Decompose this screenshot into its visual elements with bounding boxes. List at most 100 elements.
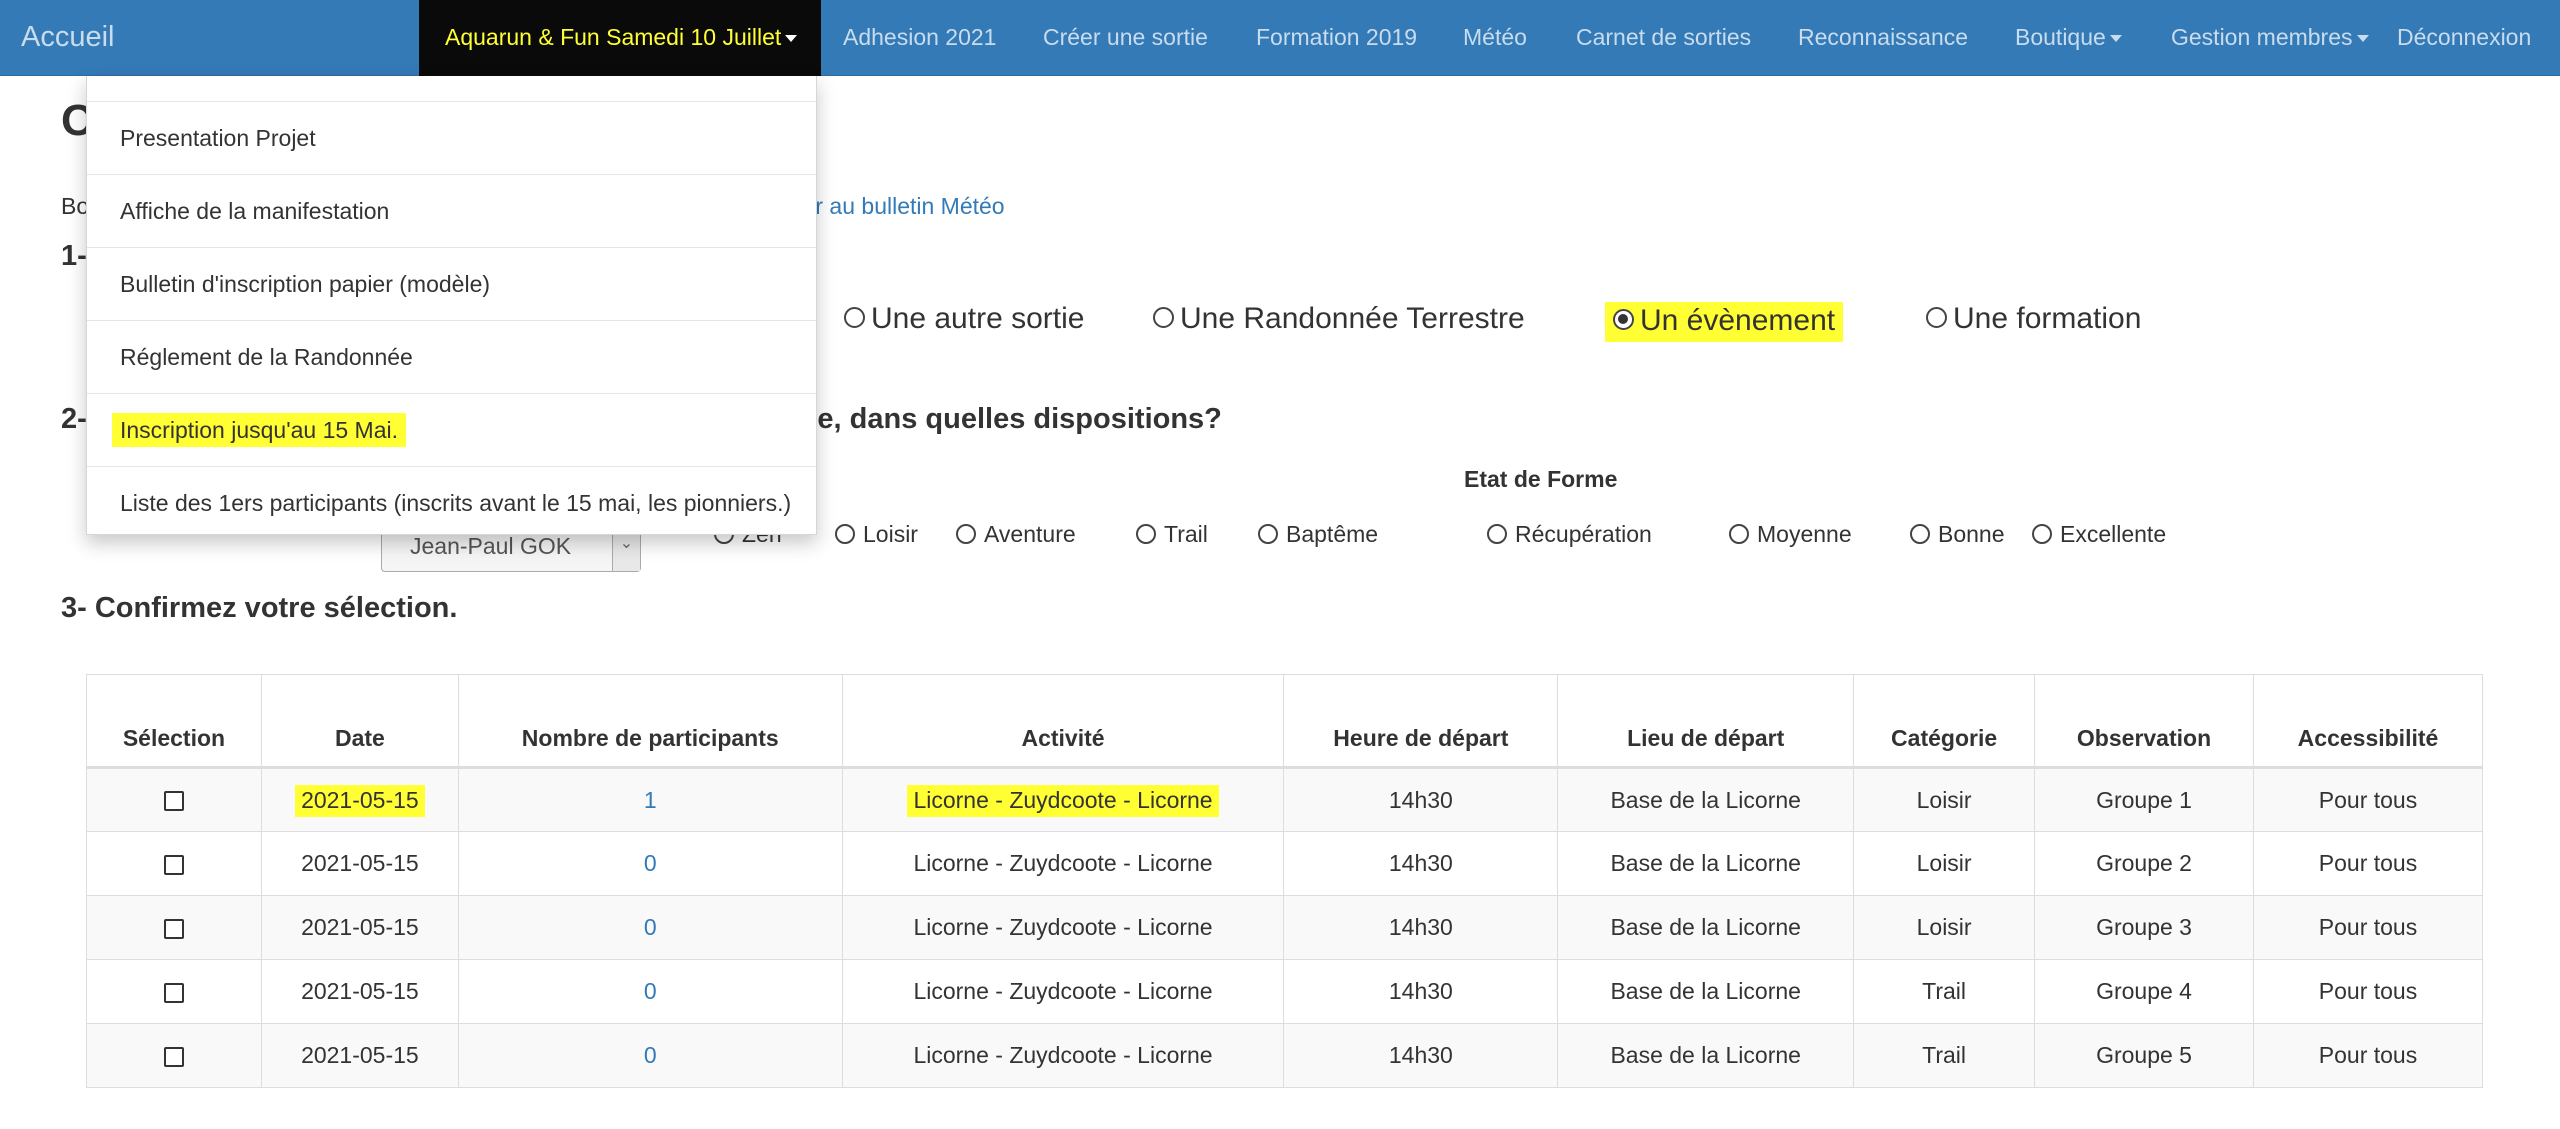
radio-button[interactable] xyxy=(2032,523,2052,544)
nav-item-deconnexion[interactable]: Déconnexion xyxy=(2397,0,2531,76)
row-checkbox[interactable] xyxy=(163,982,184,1003)
nav-item-aquarun[interactable]: Aquarun & Fun Samedi 10 Juillet xyxy=(419,0,822,76)
row-checkbox[interactable] xyxy=(163,1046,184,1067)
dropdown-item-label: Bulletin d'inscription papier (modèle) xyxy=(120,271,491,297)
start-time-cell: 14h30 xyxy=(1283,1023,1559,1088)
radio-category-bapteme[interactable]: Baptême xyxy=(1258,521,1378,548)
selection-cell xyxy=(86,767,262,832)
radio-label: Loisir xyxy=(863,521,918,547)
column-header: Accessibilité xyxy=(2253,674,2483,769)
radio-button[interactable] xyxy=(1910,523,1930,544)
table-row: 2021-05-15 0 Licorne - Zuydcoote - Licor… xyxy=(86,1023,2483,1088)
radio-button[interactable] xyxy=(1153,306,1174,328)
activity-cell: Licorne - Zuydcoote - Licorne xyxy=(841,1023,1285,1088)
participants-link[interactable]: 0 xyxy=(644,978,657,1004)
radio-category-aventure[interactable]: Aventure xyxy=(956,521,1076,548)
column-header: Sélection xyxy=(86,674,262,769)
radio-button[interactable] xyxy=(1258,523,1278,544)
category-cell: Trail xyxy=(1853,1023,2036,1088)
nav-item-gestion-membres[interactable]: Gestion membres xyxy=(2171,0,2369,76)
nav-item-creer-sortie[interactable]: Créer une sortie xyxy=(1043,0,1208,76)
start-place-cell: Base de la Licorne xyxy=(1557,831,1855,896)
participants-link[interactable]: 1 xyxy=(644,787,657,813)
column-header: Catégorie xyxy=(1853,674,2036,769)
observation-cell: Groupe 1 xyxy=(2034,767,2254,832)
nav-item-boutique[interactable]: Boutique xyxy=(2015,0,2122,76)
section1-heading: 1- xyxy=(61,240,87,272)
date-value: 2021-05-15 xyxy=(295,784,425,817)
nav-item-label: Boutique xyxy=(2015,24,2106,50)
radio-forme-recuperation[interactable]: Récupération xyxy=(1487,521,1652,548)
radio-button[interactable] xyxy=(1136,523,1156,544)
nav-item-adhesion[interactable]: Adhesion 2021 xyxy=(843,0,996,76)
nav-item-label: Aquarun & Fun Samedi 10 Juillet xyxy=(445,24,782,50)
radio-forme-excellente[interactable]: Excellente xyxy=(2032,521,2166,548)
radio-button[interactable] xyxy=(1729,523,1749,544)
nav-item-meteo[interactable]: Météo xyxy=(1463,0,1527,76)
table-row: 2021-05-15 0 Licorne - Zuydcoote - Licor… xyxy=(86,831,2483,896)
radio-label: Une autre sortie xyxy=(871,302,1085,335)
start-time-cell: 14h30 xyxy=(1283,831,1559,896)
radio-option-randonnee-terrestre[interactable]: Une Randonnée Terrestre xyxy=(1153,302,1525,336)
start-place-cell: Base de la Licorne xyxy=(1557,1023,1855,1088)
category-cell: Loisir xyxy=(1853,895,2036,960)
participants-link[interactable]: 0 xyxy=(644,914,657,940)
date-cell: 2021-05-15 xyxy=(260,767,459,832)
dropdown-item-label: Inscription jusqu'au 15 Mai. xyxy=(112,413,406,447)
nav-item-reconnaissance[interactable]: Reconnaissance xyxy=(1798,0,1968,76)
dropdown-item-liste-participants[interactable]: Liste des 1ers participants (inscrits av… xyxy=(87,467,816,540)
observation-cell: Groupe 2 xyxy=(2034,831,2254,896)
dropdown-item-bulletin-inscription[interactable]: Bulletin d'inscription papier (modèle) xyxy=(87,248,816,321)
radio-option-autre-sortie[interactable]: Une autre sortie xyxy=(844,302,1084,336)
category-cell: Loisir xyxy=(1853,831,2036,896)
start-time-cell: 14h30 xyxy=(1283,767,1559,832)
radio-button[interactable] xyxy=(956,523,976,544)
radio-label: Moyenne xyxy=(1757,521,1852,547)
radio-button[interactable] xyxy=(835,523,855,544)
dropdown-item-label: Affiche de la manifestation xyxy=(120,198,390,224)
aquarun-dropdown-menu: Presentation Projet Affiche de la manife… xyxy=(86,76,817,535)
brand-home-link[interactable]: Accueil xyxy=(21,0,115,76)
radio-label: Une Randonnée Terrestre xyxy=(1180,302,1525,335)
radio-button[interactable] xyxy=(1926,306,1947,328)
activity-cell: Licorne - Zuydcoote - Licorne xyxy=(841,767,1285,832)
radio-category-trail[interactable]: Trail xyxy=(1136,521,1208,548)
radio-label: Récupération xyxy=(1515,521,1652,547)
radio-forme-bonne[interactable]: Bonne xyxy=(1910,521,2005,548)
nav-item-formation[interactable]: Formation 2019 xyxy=(1256,0,1417,76)
selection-cell xyxy=(86,1023,262,1088)
caret-down-icon xyxy=(2356,35,2369,43)
participants-link[interactable]: 0 xyxy=(644,1042,657,1068)
accessibility-cell: Pour tous xyxy=(2253,959,2483,1024)
date-cell: 2021-05-15 xyxy=(260,831,459,896)
radio-option-evenement[interactable]: Un évènement xyxy=(1605,302,1844,342)
radio-button-checked[interactable] xyxy=(1613,308,1634,330)
nav-item-carnet-sorties[interactable]: Carnet de sorties xyxy=(1576,0,1751,76)
dropdown-item-affiche[interactable]: Affiche de la manifestation xyxy=(87,175,816,248)
dropdown-item-reglement[interactable]: Réglement de la Randonnée xyxy=(87,321,816,394)
accessibility-cell: Pour tous xyxy=(2253,895,2483,960)
radio-button[interactable] xyxy=(1487,523,1507,544)
top-navbar: Accueil Aquarun & Fun Samedi 10 Juillet … xyxy=(0,0,2560,76)
dropdown-item-presentation-projet[interactable]: Presentation Projet xyxy=(87,102,816,175)
start-place-cell: Base de la Licorne xyxy=(1557,767,1855,832)
radio-category-loisir[interactable]: Loisir xyxy=(835,521,918,548)
date-cell: 2021-05-15 xyxy=(260,895,459,960)
participants-link[interactable]: 0 xyxy=(644,850,657,876)
column-header: Nombre de participants xyxy=(457,674,843,769)
row-checkbox[interactable] xyxy=(163,854,184,875)
nav-item-label: Gestion membres xyxy=(2171,24,2353,50)
date-cell: 2021-05-15 xyxy=(260,959,459,1024)
radio-option-formation[interactable]: Une formation xyxy=(1926,302,2141,336)
dropdown-item-inscription-date[interactable]: Inscription jusqu'au 15 Mai. xyxy=(87,394,816,467)
activity-cell: Licorne - Zuydcoote - Licorne xyxy=(841,895,1285,960)
participants-cell: 0 xyxy=(457,959,843,1024)
nav-item-label: Adhesion 2021 xyxy=(843,24,997,50)
dropdown-item-label: Liste des 1ers participants (inscrits av… xyxy=(120,490,792,516)
participants-cell: 1 xyxy=(457,767,843,832)
radio-button[interactable] xyxy=(844,306,865,328)
row-checkbox[interactable] xyxy=(163,918,184,939)
row-checkbox[interactable] xyxy=(163,791,184,812)
radio-forme-moyenne[interactable]: Moyenne xyxy=(1729,521,1852,548)
section2-heading: upe, dans quelles dispositions? xyxy=(782,403,1222,435)
